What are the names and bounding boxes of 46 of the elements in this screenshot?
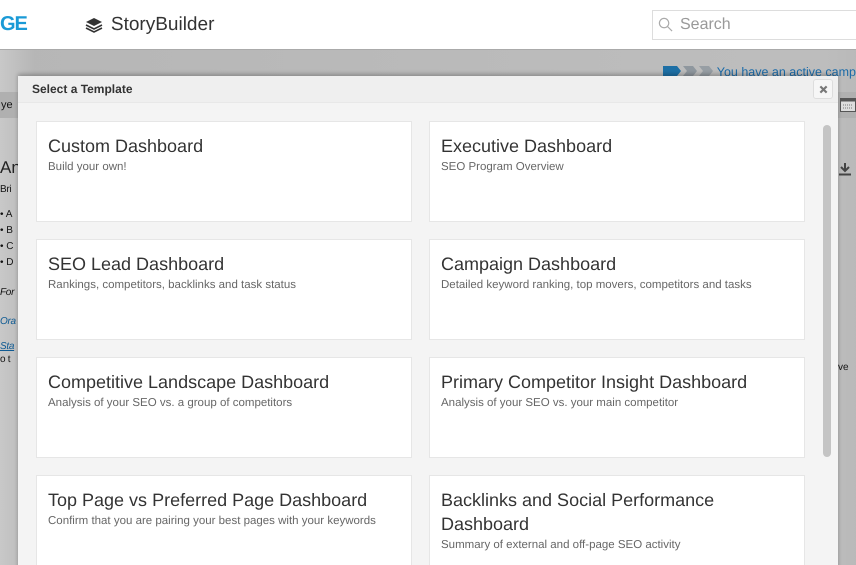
search-icon (658, 16, 673, 32)
template-title: Executive Dashboard (441, 135, 612, 158)
template-title: Campaign Dashboard (441, 253, 616, 276)
bullet-item: • C (0, 240, 14, 254)
template-card[interactable]: Top Page vs Preferred Page Dashboard Confirm that you are pairing your best pages with your keywords (36, 475, 412, 565)
template-card[interactable]: Competitive Landscape Dashboard Analysis of your SEO vs. a group of competitors (36, 357, 412, 458)
progress-arrows-icon (662, 66, 713, 76)
bullet-item: • A (0, 208, 14, 222)
template-title: Top Page vs Preferred Page Dashboard (48, 489, 368, 512)
search-field[interactable]: Search (652, 10, 856, 40)
template-description: SEO Program Overview (441, 160, 564, 174)
template-title: Competitive Landscape Dashboard (48, 371, 330, 394)
template-card[interactable]: SEO Lead Dashboard Rankings, competitors, backlinks and task status (36, 239, 412, 340)
app-title: StoryBuilder (110, 14, 214, 36)
dialog-title: Select a Template (32, 82, 132, 96)
paragraph: Bri (0, 184, 12, 195)
download-icon[interactable] (838, 162, 852, 176)
template-description: Confirm that you are pairing your best pages with your keywords (48, 514, 376, 528)
template-title: Primary Competitor Insight Dashboard (441, 371, 748, 394)
template-title: Custom Dashboard (48, 135, 204, 158)
template-card[interactable]: Executive Dashboard SEO Program Overview (429, 121, 805, 222)
paragraph: ve (838, 362, 849, 373)
template-card[interactable]: Backlinks and Social Performance Dashboard Summary of external and off-page SEO activity (429, 475, 805, 565)
template-description: Summary of external and off-page SEO activity (441, 538, 680, 552)
bullet-item: • B (0, 224, 14, 238)
template-card[interactable]: Custom Dashboard Build your own! (36, 121, 412, 222)
template-title: SEO Lead Dashboard (48, 253, 224, 276)
template-description: Rankings, competitors, backlinks and task status (48, 278, 296, 292)
paragraph: o t (0, 354, 10, 365)
scrollbar-thumb[interactable] (823, 125, 831, 457)
template-card[interactable]: Primary Competitor Insight Dashboard Analysis of your SEO vs. your main competitor (429, 357, 805, 458)
close-icon (818, 84, 828, 94)
doc-link[interactable]: Ora (0, 316, 16, 327)
close-button[interactable] (813, 79, 833, 99)
template-description: Analysis of your SEO vs. your main competitor (441, 396, 678, 410)
template-card[interactable]: Campaign Dashboard Detailed keyword ranking, top movers, competitors and tasks (429, 239, 805, 340)
doc-link[interactable]: Sta (0, 341, 14, 352)
toolbar-text: ye (1, 99, 13, 111)
template-description: Build your own! (48, 160, 127, 174)
template-description: Analysis of your SEO vs. a group of competitors (48, 396, 292, 410)
calendar-icon[interactable] (840, 98, 856, 112)
note-text: For (0, 287, 14, 298)
template-title: Backlinks and Social Performance Dashboard (441, 489, 716, 536)
layers-icon (84, 16, 103, 32)
template-description: Detailed keyword ranking, top movers, competitors and tasks (441, 278, 752, 292)
bullet-item: • D (0, 256, 14, 270)
